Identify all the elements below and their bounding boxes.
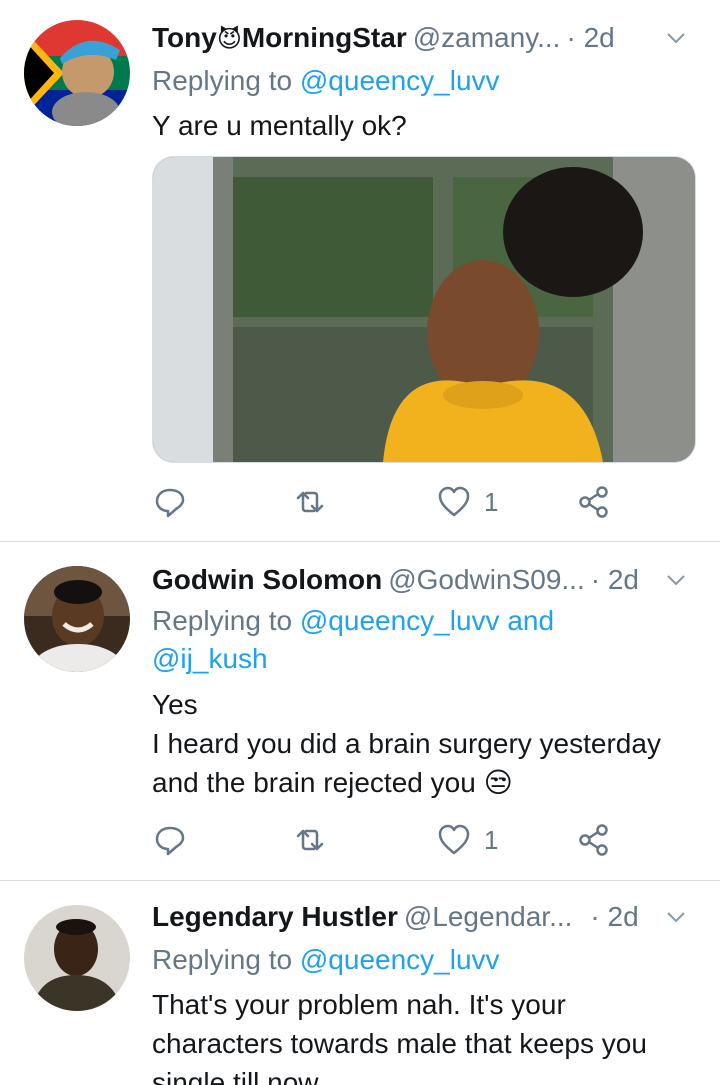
tweet-text: Yes I heard you did a brain surgery yest… xyxy=(152,689,661,798)
timestamp[interactable]: · 2d xyxy=(591,564,639,596)
reply-icon xyxy=(155,488,185,518)
tweet-2[interactable]: Godwin Solomon @GodwinS09... · 2d Replyi… xyxy=(0,542,720,880)
tweet-text: That's your problem nah. It's your chara… xyxy=(152,989,647,1085)
share-icon xyxy=(579,486,608,518)
tweet-image[interactable] xyxy=(152,156,696,463)
handle[interactable]: @GodwinS09... xyxy=(388,564,585,596)
like-count: 1 xyxy=(484,824,499,855)
reply-button[interactable] xyxy=(152,820,188,860)
unamused-emoji: 😒 xyxy=(483,767,513,798)
tweet-header: Legendary Hustler @Legendar... · 2d xyxy=(152,899,700,935)
mention-link[interactable]: @queency_luvv xyxy=(300,605,500,636)
devil-emoji: 😈 xyxy=(216,26,242,53)
avatar[interactable] xyxy=(24,905,130,1011)
avatar[interactable] xyxy=(24,566,130,672)
display-name[interactable]: Legendary Hustler xyxy=(152,901,398,933)
like-button[interactable]: 1 xyxy=(436,820,498,860)
chevron-down-icon[interactable] xyxy=(664,568,688,592)
avatar[interactable] xyxy=(24,20,130,126)
tweet-1[interactable]: Tony😈MorningStar @zamany... · 2d Replyin… xyxy=(0,0,720,540)
reply-button[interactable] xyxy=(152,482,188,522)
retweet-button[interactable] xyxy=(292,820,328,860)
chevron-down-icon[interactable] xyxy=(664,26,688,50)
handle[interactable]: @zamany... xyxy=(413,22,561,54)
mention-link[interactable]: @queency_luvv xyxy=(300,944,500,975)
tweet-text: Y are u mentally ok? xyxy=(152,110,407,141)
handle[interactable]: @Legendar... xyxy=(404,901,573,933)
action-bar: 1 xyxy=(152,820,672,860)
display-name[interactable]: Godwin Solomon xyxy=(152,564,382,596)
heart-icon xyxy=(438,486,470,517)
action-bar: 1 xyxy=(152,482,672,522)
like-count: 1 xyxy=(484,486,499,517)
reply-icon xyxy=(155,826,185,856)
retweet-icon xyxy=(296,829,324,851)
retweet-icon xyxy=(296,491,324,513)
timestamp[interactable]: · 2d xyxy=(590,901,638,933)
retweet-button[interactable] xyxy=(292,482,328,522)
replying-to: Replying to @queency_luvv xyxy=(152,65,500,96)
heart-icon xyxy=(438,824,470,855)
replying-to: Replying to @queency_luvv and @ij_kush xyxy=(152,605,555,674)
chevron-down-icon[interactable] xyxy=(664,905,688,929)
replying-to: Replying to @queency_luvv xyxy=(152,944,500,975)
tweet-header: Godwin Solomon @GodwinS09... · 2d xyxy=(152,562,700,598)
share-icon xyxy=(579,824,608,856)
mention-link[interactable]: @queency_luvv xyxy=(300,65,500,96)
mention-link[interactable]: @ij_kush xyxy=(152,643,268,674)
display-name[interactable]: Tony😈MorningStar xyxy=(152,22,407,54)
tweet-3[interactable]: Legendary Hustler @Legendar... · 2d Repl… xyxy=(0,881,720,1085)
tweet-header: Tony😈MorningStar @zamany... · 2d xyxy=(152,20,700,56)
like-button[interactable]: 1 xyxy=(436,482,498,522)
share-button[interactable] xyxy=(576,482,612,522)
share-button[interactable] xyxy=(576,820,612,860)
timestamp[interactable]: · 2d xyxy=(566,22,614,54)
